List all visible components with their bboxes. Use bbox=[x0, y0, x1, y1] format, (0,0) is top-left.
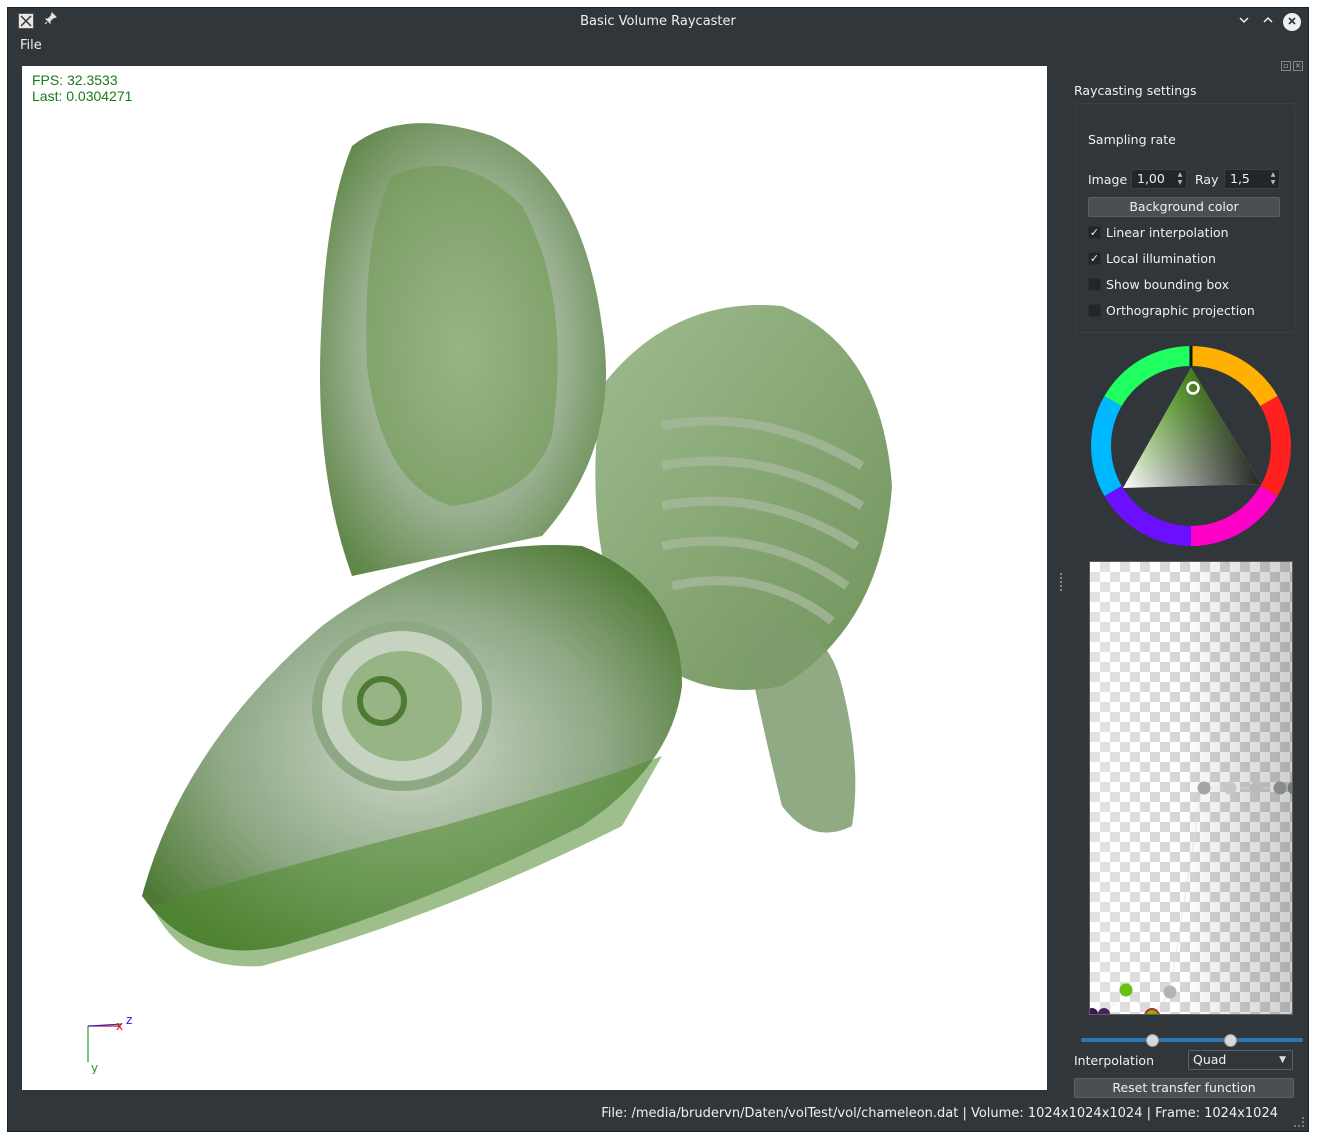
resize-grip-icon[interactable] bbox=[1294, 1117, 1304, 1127]
tf-point[interactable] bbox=[1090, 1008, 1098, 1015]
tf-point[interactable] bbox=[1163, 985, 1177, 999]
volume-rendering bbox=[142, 123, 892, 967]
range-handle-high[interactable] bbox=[1224, 1034, 1237, 1047]
close-icon[interactable] bbox=[1283, 13, 1301, 31]
leg-shape bbox=[742, 622, 856, 833]
range-track[interactable] bbox=[1081, 1038, 1303, 1042]
interpolation-value: Quad bbox=[1193, 1052, 1227, 1067]
local-illumination-checkbox[interactable]: ✓ bbox=[1088, 252, 1101, 265]
raycasting-settings-title: Raycasting settings bbox=[1074, 83, 1197, 98]
tf-point[interactable] bbox=[1273, 781, 1287, 795]
ray-label: Ray bbox=[1195, 172, 1219, 187]
background-color-button[interactable]: Background color bbox=[1088, 197, 1280, 217]
tf-curve bbox=[1092, 787, 1292, 1014]
local-illumination-label: Local illumination bbox=[1106, 251, 1216, 266]
spin-arrows-icon[interactable]: ▲ ▼ bbox=[1268, 171, 1278, 187]
axes-gizmo: x z y bbox=[87, 1014, 132, 1074]
color-wheel[interactable] bbox=[1091, 346, 1291, 546]
z-axis-label: z bbox=[126, 1014, 132, 1027]
sv-triangle-value[interactable] bbox=[1123, 368, 1261, 488]
transfer-function-points[interactable] bbox=[1090, 562, 1293, 1015]
y-axis-label: y bbox=[91, 1061, 98, 1074]
show-bounding-box-checkbox[interactable] bbox=[1088, 278, 1101, 291]
orthographic-projection-checkbox[interactable] bbox=[1088, 304, 1101, 317]
range-handle-low[interactable] bbox=[1146, 1034, 1159, 1047]
reset-transfer-function-button[interactable]: Reset transfer function bbox=[1074, 1078, 1294, 1098]
linear-interpolation-label: Linear interpolation bbox=[1106, 225, 1229, 240]
ray-sampling-value: 1,5 bbox=[1230, 171, 1250, 186]
orthographic-projection-label: Orthographic projection bbox=[1106, 303, 1255, 318]
transfer-function-editor[interactable] bbox=[1089, 561, 1293, 1015]
menu-bar: File bbox=[8, 36, 1308, 56]
tf-point[interactable] bbox=[1249, 781, 1263, 795]
tf-point[interactable] bbox=[1223, 781, 1237, 795]
range-slider[interactable] bbox=[1081, 1034, 1303, 1047]
tf-point-selected[interactable] bbox=[1144, 1008, 1160, 1015]
ray-sampling-spinbox[interactable]: 1,5 ▲ ▼ bbox=[1224, 169, 1280, 189]
show-bounding-box-label: Show bounding box bbox=[1106, 277, 1229, 292]
window-title: Basic Volume Raycaster bbox=[580, 14, 736, 29]
x-axis-label: x bbox=[116, 1019, 123, 1033]
tf-point[interactable] bbox=[1287, 781, 1294, 795]
minimize-icon[interactable] bbox=[1234, 12, 1254, 32]
settings-panel: Raycasting settings Sampling rate Image … bbox=[1071, 66, 1303, 1098]
tf-point[interactable] bbox=[1197, 781, 1211, 795]
image-sampling-value: 1,00 bbox=[1137, 171, 1165, 186]
tf-point[interactable] bbox=[1119, 983, 1133, 997]
image-sampling-spinbox[interactable]: 1,00 ▲ ▼ bbox=[1131, 169, 1187, 189]
spin-arrows-icon[interactable]: ▲ ▼ bbox=[1175, 171, 1185, 187]
render-viewport[interactable]: FPS: 32.3533 Last: 0.0304271 x z y bbox=[22, 66, 1047, 1090]
main-window: Basic Volume Raycaster File FPS: 32.3533… bbox=[7, 7, 1309, 1132]
title-bar[interactable]: Basic Volume Raycaster bbox=[8, 8, 1308, 36]
maximize-icon[interactable] bbox=[1258, 12, 1278, 32]
linear-interpolation-checkbox[interactable]: ✓ bbox=[1088, 226, 1101, 239]
raycasting-groupbox: Sampling rate Image 1,00 ▲ ▼ Ray 1,5 ▲ ▼ B… bbox=[1075, 103, 1295, 333]
splitter-handle[interactable] bbox=[1060, 573, 1064, 591]
image-label: Image bbox=[1088, 172, 1128, 187]
status-bar-text: File: /media/brudervn/Daten/volTest/vol/… bbox=[601, 1106, 1278, 1121]
interpolation-combo[interactable]: Quad ▼ bbox=[1188, 1050, 1293, 1070]
menu-file[interactable]: File bbox=[20, 38, 42, 53]
sampling-rate-label: Sampling rate bbox=[1088, 132, 1176, 147]
chevron-down-icon[interactable]: ▼ bbox=[1279, 1051, 1286, 1069]
interpolation-label: Interpolation bbox=[1074, 1053, 1154, 1068]
